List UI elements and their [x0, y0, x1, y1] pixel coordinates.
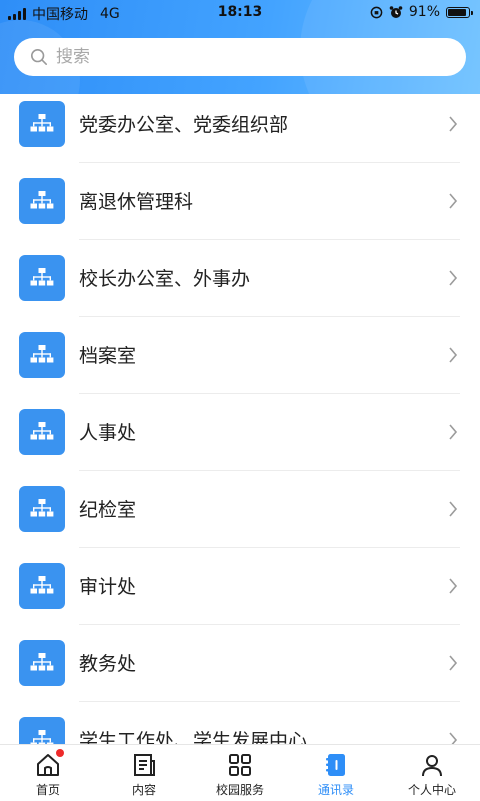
grid-icon [229, 754, 251, 776]
department-name: 审计处 [79, 576, 137, 598]
tab-label: 校园服务 [215, 783, 264, 797]
tab-content[interactable]: 内容 [96, 745, 192, 801]
department-row[interactable]: 校长办公室、外事办 [0, 240, 480, 317]
department-name: 离退休管理科 [79, 191, 194, 213]
department-name: 纪检室 [79, 499, 137, 521]
tab-label: 内容 [131, 783, 156, 797]
chevron-right-icon [448, 577, 458, 599]
department-row[interactable]: 人事处 [0, 394, 480, 471]
org-chart-icon [19, 178, 65, 224]
battery-fill [448, 8, 467, 16]
org-chart-icon [19, 640, 65, 686]
search-icon [30, 48, 48, 66]
org-chart-icon [19, 332, 65, 378]
battery-icon [446, 6, 473, 18]
tab-label: 个人中心 [407, 783, 456, 797]
org-chart-icon [19, 409, 65, 455]
chevron-right-icon [448, 731, 458, 744]
search-input[interactable] [56, 47, 436, 67]
tab-campus-services[interactable]: 校园服务 [192, 745, 288, 801]
org-chart-icon [19, 255, 65, 301]
chevron-right-icon [448, 269, 458, 291]
department-name: 教务处 [79, 653, 137, 675]
org-chart-icon [19, 101, 65, 147]
department-row[interactable]: 学生工作处、学生发展中心 [0, 702, 480, 744]
search-bar[interactable] [14, 38, 466, 76]
department-row[interactable]: 教务处 [0, 625, 480, 702]
department-row[interactable]: 离退休管理科 [0, 163, 480, 240]
tab-personal-center[interactable]: 个人中心 [384, 745, 480, 801]
department-name: 档案室 [79, 345, 137, 367]
department-row[interactable]: 审计处 [0, 548, 480, 625]
tab-label: 通讯录 [317, 783, 354, 797]
orientation-lock-icon [370, 6, 383, 18]
tab-label: 首页 [35, 783, 60, 797]
status-bar: 中国移动 4G 18:13 91% [0, 0, 480, 26]
chevron-right-icon [448, 500, 458, 522]
user-icon [422, 755, 442, 777]
tab-contacts[interactable]: 通讯录 [288, 745, 384, 801]
department-row[interactable]: 纪检室 [0, 471, 480, 548]
bottom-tab-bar: 首页 内容 校园服务 通讯录 个人中心 [0, 744, 480, 801]
notification-badge [56, 749, 64, 757]
address-book-icon [326, 754, 345, 776]
department-row[interactable]: 党委办公室、党委组织部 [0, 86, 480, 163]
department-list: 党委办公室、党委组织部 离退休管理科校长办公室、外事办 档案室人事处纪检室审计处教务… [0, 86, 480, 744]
org-chart-icon [19, 486, 65, 532]
chevron-right-icon [448, 654, 458, 676]
chevron-right-icon [448, 423, 458, 445]
department-row[interactable]: 档案室 [0, 317, 480, 394]
alarm-icon [389, 6, 403, 18]
org-chart-icon [19, 563, 65, 609]
header-banner: 中国移动 4G 18:13 91% [0, 0, 480, 94]
chevron-right-icon [448, 192, 458, 214]
org-chart-icon [19, 717, 65, 744]
department-name: 人事处 [79, 422, 137, 444]
chevron-right-icon [448, 346, 458, 368]
chevron-right-icon [448, 115, 458, 137]
battery-percent: 91% [408, 4, 440, 20]
department-name: 党委办公室、党委组织部 [79, 114, 289, 136]
tab-home[interactable]: 首页 [0, 745, 96, 801]
document-icon [134, 754, 155, 776]
department-name: 学生工作处、学生发展中心 [79, 730, 308, 744]
department-name: 校长办公室、外事办 [79, 268, 251, 290]
